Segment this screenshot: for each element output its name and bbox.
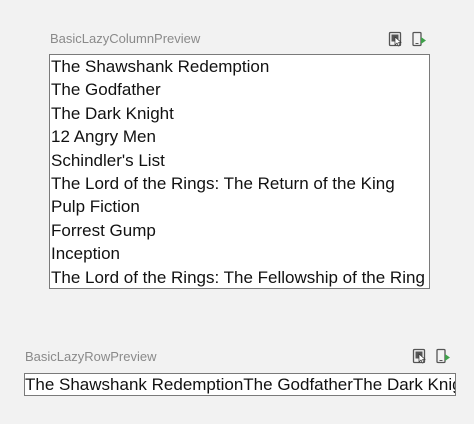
lazy-row-frame[interactable]: The Shawshank Redemption The Godfather T…: [24, 373, 456, 396]
row-item: The Shawshank Redemption: [25, 375, 244, 394]
column-item: Forrest Gump: [51, 220, 156, 240]
row-item: The Godfather: [243, 375, 353, 394]
lazy-column-list[interactable]: The Shawshank Redemption The Godfather T…: [50, 55, 429, 288]
row-preview-title: BasicLazyRowPreview: [25, 349, 157, 364]
column-preview-title: BasicLazyColumnPreview: [50, 31, 201, 46]
column-item: 12 Angry Men: [51, 127, 156, 147]
column-item: Inception: [51, 244, 120, 264]
column-item: The Dark Knight: [51, 103, 174, 123]
column-item: Schindler's List: [51, 150, 165, 170]
column-item: The Shawshank Redemption: [51, 57, 270, 76]
interactive-mode-icon[interactable]: [412, 348, 428, 364]
deploy-to-device-icon[interactable]: [411, 31, 427, 47]
interactive-mode-icon[interactable]: [388, 31, 404, 47]
row-item: The Dark Knight: [352, 375, 455, 394]
column-item: The Lord of the Rings: The Fellowship of…: [51, 267, 425, 287]
column-item: The Godfather: [51, 80, 161, 100]
column-item: The Lord of the Rings: The Return of the…: [51, 174, 395, 194]
lazy-column-frame[interactable]: The Shawshank Redemption The Godfather T…: [49, 54, 430, 289]
column-item: Pulp Fiction: [51, 197, 140, 217]
deploy-to-device-icon[interactable]: [435, 348, 451, 364]
